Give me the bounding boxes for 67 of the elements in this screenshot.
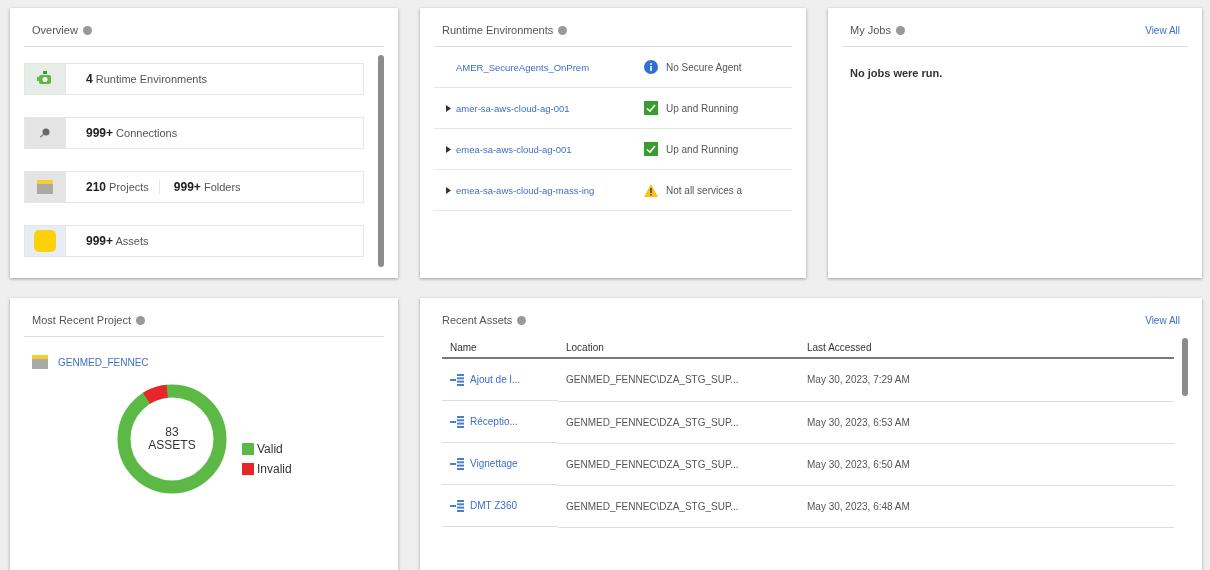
summary-tile[interactable]: 4 Runtime Environments <box>24 63 364 95</box>
card-title: Overview <box>32 24 78 36</box>
asset-link[interactable]: Ajout de l... <box>470 374 521 385</box>
project-link[interactable]: GENMED_FENNEC <box>58 356 149 368</box>
check-icon <box>644 142 658 156</box>
asset-count-label: ASSETS <box>148 439 196 453</box>
card-title: Most Recent Project <box>32 314 132 326</box>
info-icon[interactable] <box>895 25 905 35</box>
legend-label: Valid <box>257 442 283 456</box>
column-header[interactable]: Last Accessed <box>799 336 1174 358</box>
environment-link[interactable]: emea-sa-aws-cloud-ag-001 <box>456 143 644 155</box>
summary-tile[interactable]: 210 Projects 999+ Folders <box>24 171 364 203</box>
environment-link[interactable]: AMER_SecureAgents_OnPrem <box>456 61 644 73</box>
summary-label: 999+ Assets <box>85 234 149 248</box>
engine-icon <box>37 71 53 87</box>
asset-count: 83 <box>165 425 179 439</box>
table-cell: May 30, 2023, 6:48 AM <box>799 485 1174 527</box>
expand-icon[interactable] <box>446 186 451 194</box>
expand-icon[interactable] <box>446 145 451 153</box>
environment-link[interactable]: amer-sa-aws-cloud-ag-001 <box>456 102 644 114</box>
asset-link[interactable]: Vignettage <box>470 458 518 469</box>
asset-link[interactable]: Réceptio... <box>470 416 518 427</box>
status-text: Up and Running <box>666 102 739 114</box>
info-icon[interactable] <box>558 25 568 35</box>
warning-icon <box>644 183 658 197</box>
expand-icon[interactable] <box>446 104 451 112</box>
table-cell: GENMED_FENNEC\DZA_STG_SUP... <box>558 485 799 527</box>
scrollbar[interactable] <box>1182 338 1188 396</box>
summary-tile[interactable]: 999+ Connections <box>24 117 364 149</box>
folder-icon <box>37 180 53 194</box>
info-icon[interactable] <box>82 25 92 35</box>
mapping-icon <box>450 415 464 428</box>
summary-label: 999+ Connections <box>85 126 178 140</box>
table-cell: GENMED_FENNEC\DZA_STG_SUP... <box>558 401 799 443</box>
folder-icon <box>32 355 48 369</box>
info-icon[interactable] <box>136 315 146 325</box>
view-all-link[interactable]: View All <box>1145 24 1180 36</box>
summary-label: 210 Projects <box>85 180 149 194</box>
table-cell: May 30, 2023, 6:50 AM <box>799 443 1174 485</box>
summary-label: 999+ Folders <box>158 180 241 194</box>
status-text: Up and Running <box>666 143 739 155</box>
status-text: No Secure Agent <box>666 61 742 73</box>
table-cell: GENMED_FENNEC\DZA_STG_SUP... <box>558 443 799 485</box>
mapping-icon <box>450 499 464 512</box>
asset-icon <box>34 230 56 252</box>
view-all-link[interactable]: View All <box>1145 314 1180 326</box>
mapping-icon <box>450 373 464 386</box>
column-header[interactable]: Name <box>442 336 558 358</box>
card-title: Runtime Environments <box>442 24 554 36</box>
summary-label: 4 Runtime Environments <box>85 72 207 86</box>
asset-link[interactable]: DMT Z360 <box>470 500 518 511</box>
status-text: Not all services a <box>666 184 743 196</box>
empty-message: No jobs were run. <box>849 66 944 81</box>
scrollbar[interactable] <box>378 55 384 267</box>
card-title: My Jobs <box>850 24 891 36</box>
table-cell: May 30, 2023, 6:53 AM <box>799 401 1174 443</box>
table-cell: GENMED_FENNEC\DZA_STG_SUP... <box>558 358 799 401</box>
column-header[interactable]: Location <box>558 336 799 358</box>
info-icon[interactable] <box>517 315 527 325</box>
table-cell: May 30, 2023, 7:29 AM <box>799 358 1174 401</box>
summary-tile[interactable]: 999+ Assets <box>24 225 364 257</box>
environment-link[interactable]: emea-sa-aws-cloud-ag-mass-ing <box>456 184 644 196</box>
card-title: Recent Assets <box>442 314 513 326</box>
check-icon <box>644 101 658 115</box>
info-icon <box>644 60 658 74</box>
legend-label: Invalid <box>257 462 292 476</box>
mapping-icon <box>450 457 464 470</box>
